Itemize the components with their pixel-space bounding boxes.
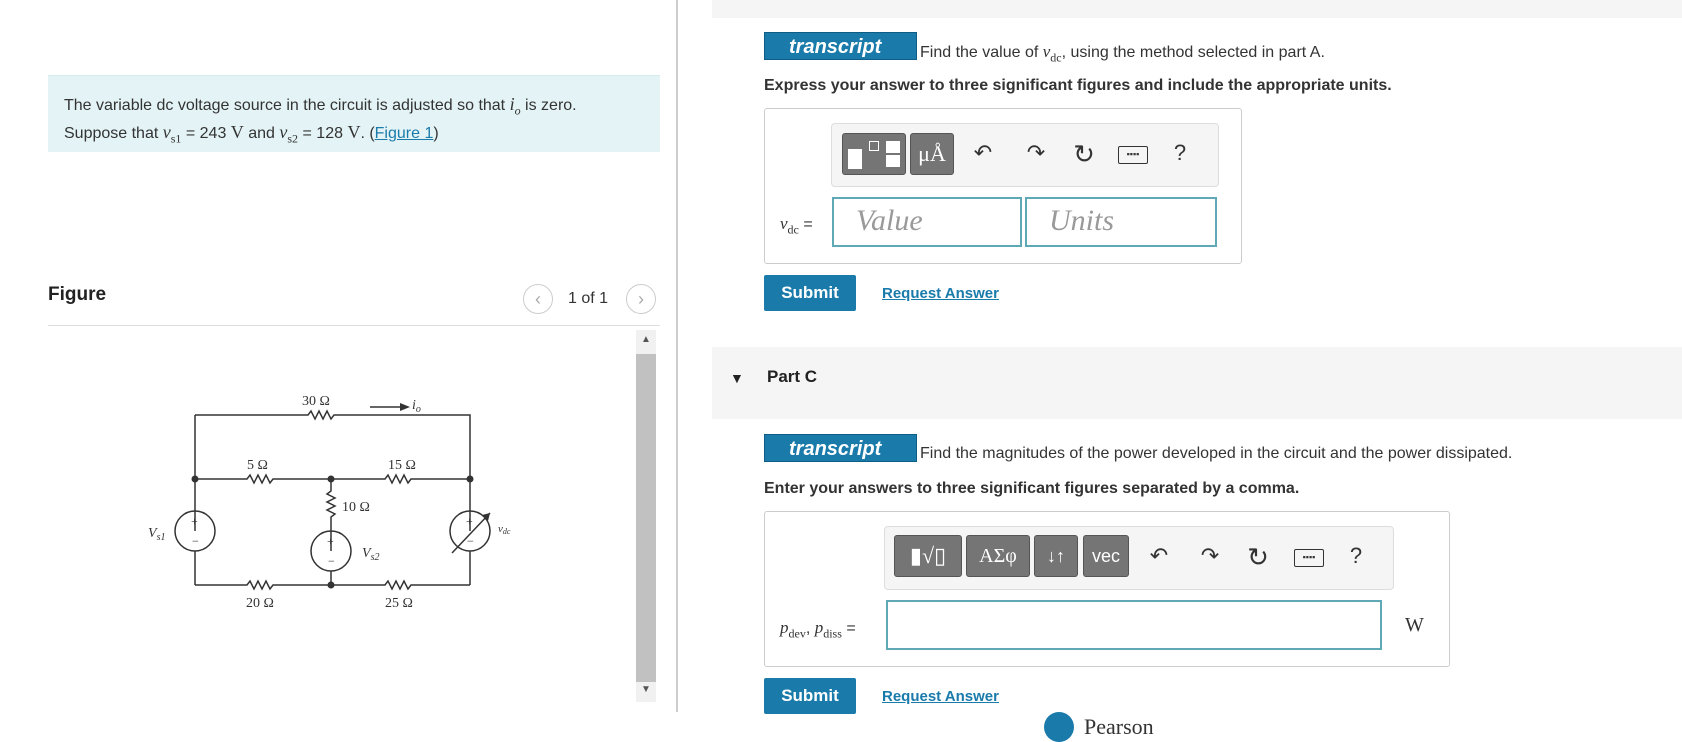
power-answer-label: pdev, pdiss = <box>780 618 856 641</box>
problem-text-part: The variable dc voltage source in the ci… <box>64 97 510 114</box>
help-button[interactable]: ? <box>1346 543 1366 569</box>
keyboard-icon[interactable]: ▪▪▪▪ <box>1294 549 1324 567</box>
figure-heading: Figure <box>48 284 107 305</box>
label-5-ohm: 5 Ω <box>247 458 268 473</box>
problem-text-part: Suppose that <box>64 124 163 142</box>
question-text: Find the value of vdc, using the method … <box>920 42 1325 65</box>
vec-button[interactable]: vec <box>1083 535 1129 577</box>
problem-statement-text: The variable dc voltage source in the ci… <box>64 94 577 146</box>
minus-sign: − <box>467 534 474 548</box>
label-vs1: Vs1 <box>148 526 165 543</box>
problem-text-part: is zero. <box>520 97 577 114</box>
vdc-answer-label: vdc = <box>780 214 813 237</box>
redo-icon[interactable]: ↷ <box>1197 543 1223 569</box>
units-button[interactable]: μÅ <box>910 133 954 175</box>
request-answer-link[interactable]: Request Answer <box>882 285 999 302</box>
part-header-strip <box>712 0 1682 18</box>
label-io: io <box>412 398 421 415</box>
unit-volt: V <box>230 121 244 142</box>
units-input[interactable]: Units <box>1025 197 1217 247</box>
io-variable: io <box>509 94 521 118</box>
undo-icon[interactable]: ↶ <box>1146 543 1172 569</box>
figure-next-button[interactable]: › <box>626 284 656 314</box>
greek-button[interactable]: ΑΣφ <box>966 535 1030 577</box>
plus-sign: + <box>327 534 334 548</box>
keyboard-icon[interactable]: ▪▪▪▪ <box>1118 146 1148 164</box>
pearson-logo-icon <box>1044 712 1074 742</box>
answer-instructions: Express your answer to three significant… <box>764 77 1392 94</box>
label-30-ohm: 30 Ω <box>302 394 330 409</box>
plus-sign: + <box>466 514 473 528</box>
scrollbar-thumb[interactable] <box>636 354 656 682</box>
circuit-diagram: 30 Ω io 5 Ω 15 Ω 10 Ω Vs1 Vs2 vdc 20 Ω 2… <box>148 394 511 611</box>
figure-divider <box>48 325 660 326</box>
templates-sqrt-icon: ▮√▯ <box>909 543 947 568</box>
chevron-right-icon: › <box>638 289 644 309</box>
figure-link[interactable]: Figure 1 <box>375 125 434 142</box>
submit-button[interactable]: Submit <box>764 678 856 714</box>
reset-icon[interactable]: ↻ <box>1244 542 1272 573</box>
value-input[interactable]: Value <box>832 197 1022 247</box>
label-vs2: Vs2 <box>362 546 379 563</box>
vs1-variable: vs1 <box>162 121 182 146</box>
plus-sign: + <box>191 514 198 528</box>
redo-icon[interactable]: ↷ <box>1023 140 1049 166</box>
minus-sign: − <box>328 554 335 568</box>
minus-sign: − <box>192 534 199 548</box>
help-button[interactable]: ? <box>1170 140 1190 166</box>
power-input[interactable] <box>886 600 1382 650</box>
label-10-ohm: 10 Ω <box>342 500 370 515</box>
submit-button[interactable]: Submit <box>764 275 856 311</box>
wire-top <box>195 409 471 479</box>
undo-icon[interactable]: ↶ <box>970 140 996 166</box>
scroll-down-arrow-icon[interactable]: ▼ <box>636 680 656 700</box>
transcript-badge: transcript <box>764 32 917 60</box>
part-c-title[interactable]: Part C <box>767 367 817 387</box>
unit-volt: V <box>347 121 361 142</box>
label-vdc: vdc <box>498 523 511 536</box>
caret-down-icon[interactable]: ▼ <box>730 370 744 386</box>
chevron-left-icon: ‹ <box>535 289 541 309</box>
question-text: Find the magnitudes of the power develop… <box>920 445 1513 462</box>
figure-prev-button[interactable]: ‹ <box>523 284 553 314</box>
label-25-ohm: 25 Ω <box>385 596 413 611</box>
unit-watt: W <box>1405 614 1424 636</box>
part-c-header[interactable] <box>712 347 1682 419</box>
templates-button[interactable] <box>842 133 906 175</box>
label-20-ohm: 20 Ω <box>246 596 274 611</box>
answer-instructions: Enter your answers to three significant … <box>764 480 1300 497</box>
transcript-badge: transcript <box>764 434 917 462</box>
column-divider <box>676 0 678 712</box>
scroll-up-arrow-icon[interactable]: ▲ <box>636 330 656 350</box>
vs2-variable: vs2 <box>279 121 299 146</box>
vdc-variable: vdc <box>1042 42 1062 65</box>
templates-sqrt-button[interactable]: ▮√▯ <box>894 535 962 577</box>
label-15-ohm: 15 Ω <box>388 458 416 473</box>
arrows-button[interactable]: ↓↑ <box>1034 535 1078 577</box>
figure-counter: 1 of 1 <box>568 290 609 307</box>
pearson-brand: Pearson <box>1084 714 1154 739</box>
reset-icon[interactable]: ↻ <box>1070 139 1098 170</box>
request-answer-link[interactable]: Request Answer <box>882 688 999 705</box>
templates-icon <box>848 141 900 169</box>
